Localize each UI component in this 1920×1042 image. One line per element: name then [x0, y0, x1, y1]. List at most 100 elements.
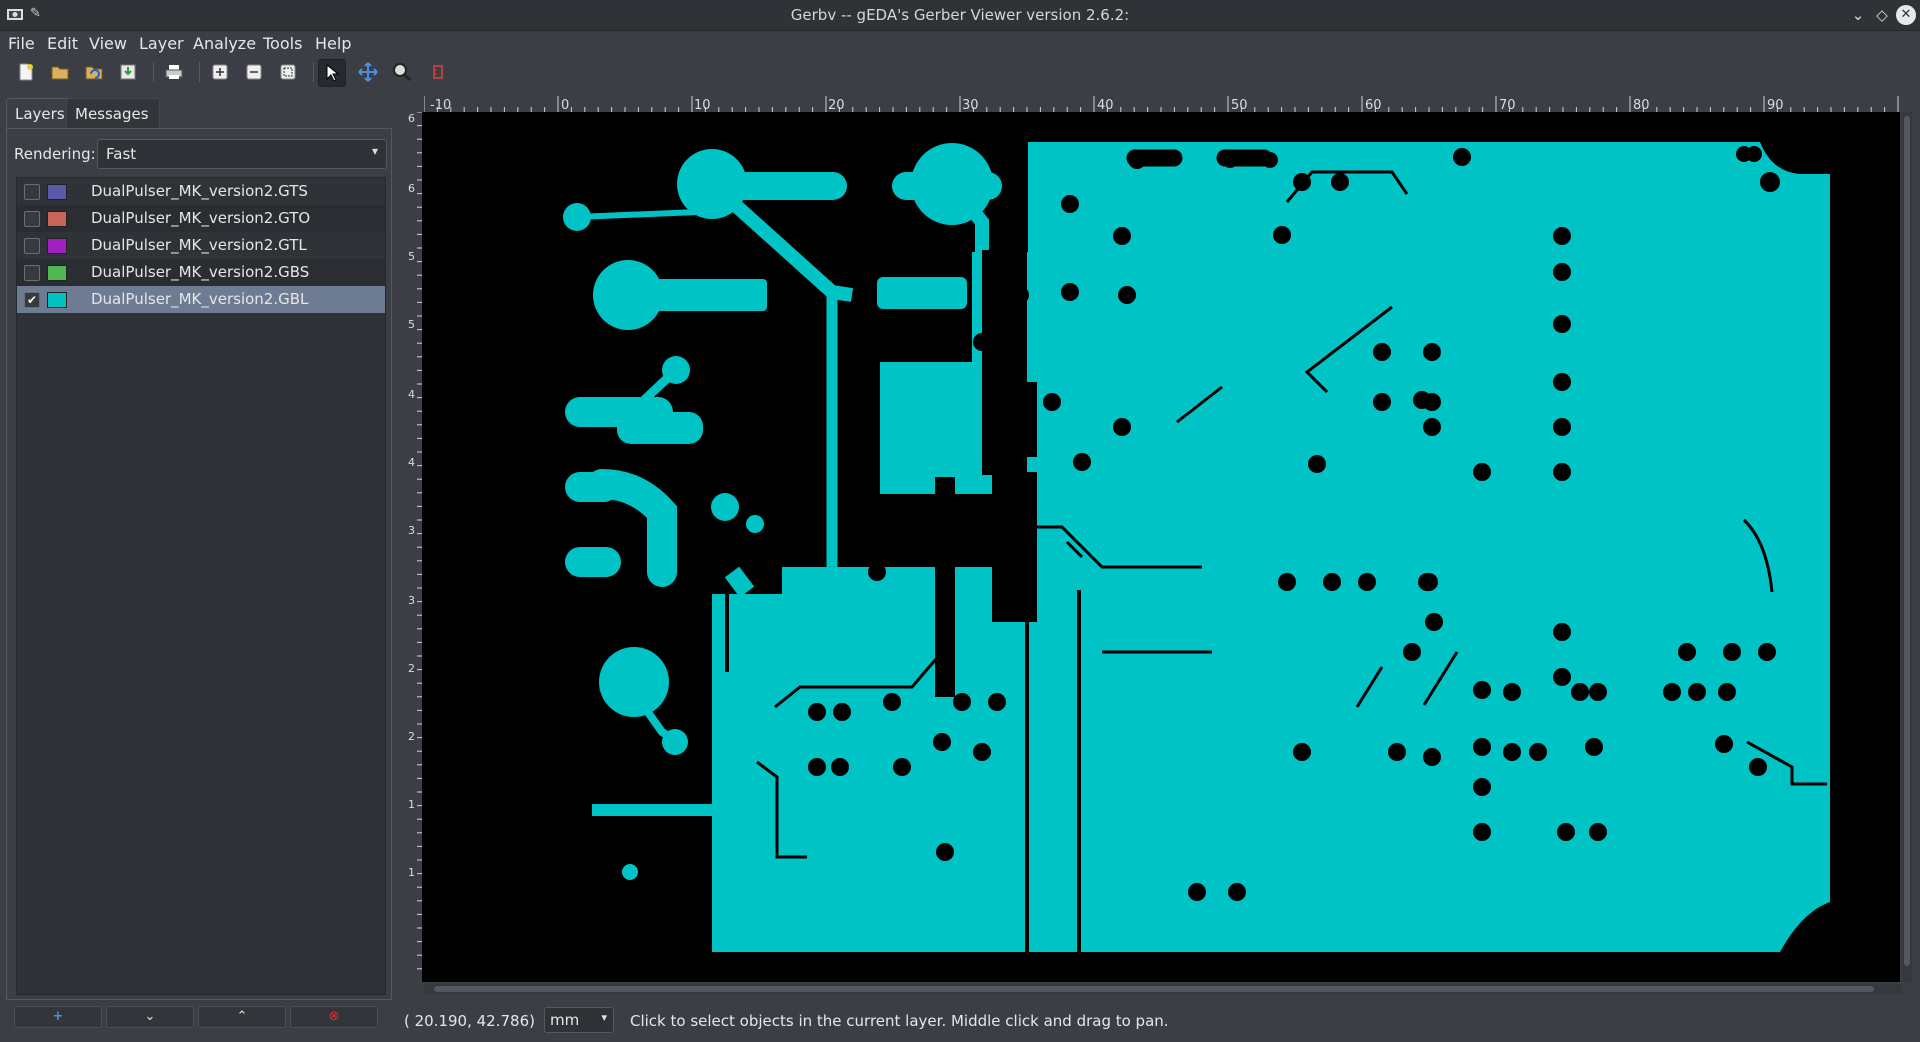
new-project-icon[interactable]: [13, 59, 39, 85]
layer-color-swatch[interactable]: [47, 184, 67, 200]
scrollbar-thumb[interactable]: [434, 986, 1874, 992]
pad-hole: [936, 843, 954, 861]
ruler-label: 20: [828, 98, 845, 112]
tab-messages[interactable]: Messages: [66, 98, 160, 130]
pad-hole: [1473, 463, 1491, 481]
gerber-canvas[interactable]: [422, 112, 1900, 982]
pcb-layer-render: [563, 142, 1830, 982]
layer-name: DualPulser_MK_version2.GBS: [91, 263, 310, 281]
layer-row-selected[interactable]: ✔ DualPulser_MK_version2.GBL: [17, 286, 385, 313]
rendering-label: Rendering:: [14, 145, 96, 163]
pad-hole: [1553, 668, 1571, 686]
ruler-label: 6: [408, 112, 415, 125]
pad-hole: [1043, 393, 1061, 411]
pad-hole: [1553, 227, 1571, 245]
pad-hole: [1557, 823, 1575, 841]
minimize-button[interactable]: ⌄: [1848, 5, 1868, 25]
pad-hole: [1278, 573, 1296, 591]
pad-hole: [831, 758, 849, 776]
ruler-label: 30: [962, 98, 979, 112]
layer-list: DualPulser_MK_version2.GTS DualPulser_MK…: [16, 177, 386, 995]
menu-file[interactable]: File: [8, 34, 35, 53]
pad-hole: [1663, 683, 1681, 701]
ruler-label: 0: [561, 98, 569, 112]
open-folder-icon[interactable]: [47, 59, 73, 85]
layer-row[interactable]: DualPulser_MK_version2.GBS: [17, 259, 385, 286]
scrollbar-thumb[interactable]: [1904, 116, 1910, 966]
ruler-label: 10: [694, 98, 711, 112]
horizontal-ruler: -10 0 10 20 30 40 50 60 70 80 90: [424, 96, 1899, 112]
layer-color-swatch[interactable]: [47, 211, 67, 227]
pad-hole: [1453, 148, 1471, 166]
save-icon[interactable]: [115, 59, 141, 85]
unit-dropdown[interactable]: mm ▾: [544, 1007, 614, 1033]
menu-layer[interactable]: Layer: [139, 34, 184, 53]
layer-row[interactable]: DualPulser_MK_version2.GTO: [17, 205, 385, 232]
pad-hole: [933, 733, 951, 751]
measure-tool-icon[interactable]: [425, 59, 451, 85]
pad-hole: [1113, 227, 1131, 245]
pad-hole: [833, 703, 851, 721]
ruler-label: 2: [408, 662, 415, 675]
revert-icon[interactable]: [81, 59, 107, 85]
layer-color-swatch[interactable]: [47, 292, 67, 308]
pad-hole: [1308, 455, 1326, 473]
menu-analyze[interactable]: Analyze: [193, 34, 256, 53]
zoom-tool-icon[interactable]: [389, 59, 415, 85]
status-bar: ( 20.190, 42.786) mm ▾ Click to select o…: [0, 1004, 1920, 1036]
menu-bar: File Edit View Layer Analyze Tools Help: [0, 31, 1920, 55]
pad-hole: [1678, 643, 1696, 661]
chevron-down-icon: ▾: [601, 1011, 607, 1024]
layer-visibility-checkbox[interactable]: [24, 184, 40, 200]
pad-hole: [883, 693, 901, 711]
layer-visibility-checkbox[interactable]: [24, 211, 40, 227]
menu-tools[interactable]: Tools: [263, 34, 302, 53]
pad-hole: [1553, 263, 1571, 281]
menu-edit[interactable]: Edit: [47, 34, 78, 53]
zoom-in-icon[interactable]: [207, 59, 233, 85]
ruler-label: 1: [408, 798, 415, 811]
pad-hole: [1718, 683, 1736, 701]
pad-hole: [1403, 643, 1421, 661]
pointer-tool-icon[interactable]: [318, 59, 346, 87]
tab-layers[interactable]: Layers: [6, 98, 72, 129]
pad-hole: [1553, 623, 1571, 641]
menu-help[interactable]: Help: [315, 34, 351, 53]
horizontal-scrollbar[interactable]: [424, 984, 1902, 994]
vertical-scrollbar[interactable]: [1902, 112, 1912, 982]
close-button[interactable]: ✕: [1896, 5, 1916, 25]
menu-view[interactable]: View: [89, 34, 127, 53]
window-title: Gerbv -- gEDA's Gerber Viewer version 2.…: [790, 6, 1130, 24]
pad-hole: [1589, 823, 1607, 841]
layer-visibility-checkbox[interactable]: [24, 265, 40, 281]
pad-hole: [808, 703, 826, 721]
pad-hole: [893, 758, 911, 776]
rendering-dropdown[interactable]: Fast ▾: [97, 139, 387, 169]
pad-hole: [1423, 343, 1441, 361]
layer-row[interactable]: DualPulser_MK_version2.GTL: [17, 232, 385, 259]
zoom-fit-icon[interactable]: [275, 59, 301, 85]
pad-hole: [1011, 286, 1029, 304]
ruler-label: 6: [408, 182, 415, 195]
pad-hole: [1273, 226, 1291, 244]
pad-hole: [1073, 453, 1091, 471]
layer-visibility-checkbox-checked[interactable]: ✔: [24, 292, 40, 308]
maximize-button[interactable]: ◇: [1872, 5, 1892, 25]
ruler-label: 80: [1633, 98, 1650, 112]
layer-name: DualPulser_MK_version2.GTL: [91, 236, 307, 254]
pad-hole: [1553, 463, 1571, 481]
pad-hole: [1473, 738, 1491, 756]
layer-color-swatch[interactable]: [47, 265, 67, 281]
pan-tool-icon[interactable]: [355, 59, 381, 85]
print-icon[interactable]: [161, 59, 187, 85]
layer-color-swatch[interactable]: [47, 238, 67, 254]
layer-visibility-checkbox[interactable]: [24, 238, 40, 254]
layer-row[interactable]: DualPulser_MK_version2.GTS: [17, 178, 385, 205]
pad-hole: [1553, 315, 1571, 333]
zoom-out-icon[interactable]: [241, 59, 267, 85]
pad-hole: [1688, 683, 1706, 701]
pad-hole: [1529, 743, 1547, 761]
pad-hole: [1423, 418, 1441, 436]
layer-name: DualPulser_MK_version2.GBL: [91, 290, 309, 308]
pad-hole: [1423, 748, 1441, 766]
